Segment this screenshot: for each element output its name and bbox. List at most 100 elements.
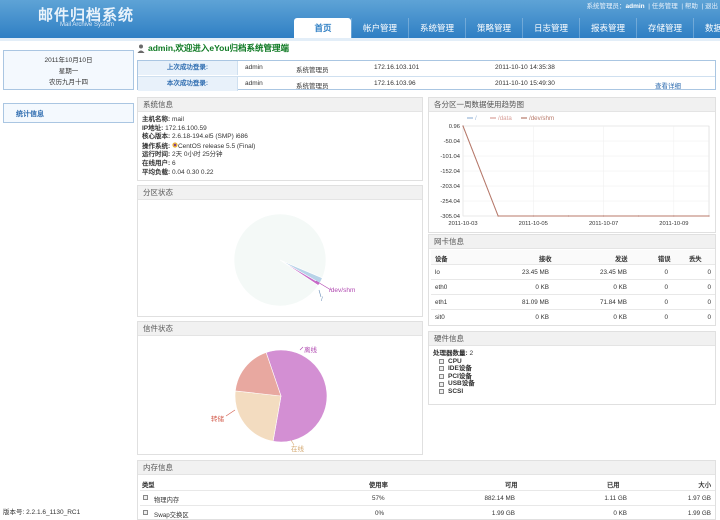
series-point <box>532 215 534 217</box>
info-key: IP地址: <box>142 124 164 132</box>
login-time: 2011-10-10 14:35:38 <box>495 64 555 71</box>
main-nav-tabs: 首页 帐户管理 系统管理 策略管理 日志管理 报表管理 存储管理 数据检索 <box>294 18 720 38</box>
pie-slice-online <box>234 390 282 442</box>
info-key: 核心版本: <box>142 133 171 141</box>
nic-rx: 0 KB <box>535 284 549 291</box>
info-key: 主机名称: <box>142 116 171 123</box>
table-row: 上次成功登录: admin 系统管理员 172.16.103.101 2011-… <box>138 61 715 75</box>
login-user: admin <box>245 64 263 71</box>
nic-device: lo <box>435 269 440 276</box>
task-link[interactable]: 任务管理 <box>652 3 678 10</box>
tab-report[interactable]: 报表管理 <box>579 18 636 38</box>
pie-label-online: 在线 <box>291 446 304 453</box>
info-value: 172.16.100.59 <box>165 124 207 132</box>
nic-device: eth1 <box>435 299 448 306</box>
expand-icon <box>439 381 444 387</box>
trend-line-chart: 0.96 -50.04 -101.04 -152.04 -203.04 -254.04 -3… <box>440 115 710 227</box>
mem-usage: 0% <box>375 510 385 517</box>
hardware-list: 处理器数量: 2 CPU IDE设备 PCI设备 USB设备 SCSI <box>433 350 475 396</box>
app-subtitle: Mail Archive System <box>60 22 115 28</box>
mail-status-panel: 信件状态 离线 在线 转储 <box>137 321 423 455</box>
sidebar-item-statistics[interactable]: 统计信息 <box>3 103 134 123</box>
date-box: 2011年10月10日 星期一 农历九月十四 <box>3 50 134 90</box>
table-row[interactable]: 物理内存 57% 882.14 MB 1.11 GB 1.97 GB <box>140 491 715 506</box>
logout-link[interactable]: 退出 <box>705 3 718 10</box>
cpu-count-label: 处理器数量: <box>433 350 468 357</box>
nic-panel: 网卡信息 设备 接收 发送 错误 丢失 lo 23.45 MB 23.45 MB… <box>428 234 716 326</box>
legend-label: / <box>475 115 477 122</box>
expand-icon <box>439 366 444 372</box>
top-header: 邮件归档系统 Mail Archive System 系统管理员：admin |… <box>0 0 720 38</box>
info-value: 2天 0小时 25分钟 <box>171 151 223 159</box>
col-header: 可用 <box>505 482 518 489</box>
hw-item-label: IDE设备 <box>448 365 472 373</box>
expand-icon <box>439 389 444 395</box>
nic-dropped: 0 <box>707 269 711 276</box>
col-header: 发送 <box>615 256 628 263</box>
hw-item-ide[interactable]: IDE设备 <box>433 365 475 373</box>
hw-item-scsi[interactable]: SCSI <box>433 388 475 396</box>
hw-item-usb[interactable]: USB设备 <box>433 380 475 388</box>
nic-dropped: 0 <box>707 314 711 321</box>
pie-leader-offline <box>299 346 304 351</box>
info-row-users: 在线用户: 6 <box>142 160 255 169</box>
info-value: 6 <box>171 159 176 167</box>
expand-icon <box>143 495 148 500</box>
x-tick-label: 2011-10-05 <box>519 221 548 227</box>
info-value: mail <box>171 116 184 123</box>
date-gregorian: 2011年10月10日 <box>44 57 93 64</box>
date-weekday: 星期一 <box>58 68 79 75</box>
expand-icon <box>439 374 444 380</box>
tab-account[interactable]: 帐户管理 <box>351 18 408 38</box>
nic-errors: 0 <box>664 269 668 276</box>
tab-home[interactable]: 首页 <box>294 18 351 38</box>
login-label: 本次成功登录: <box>138 77 238 91</box>
series-point <box>567 215 570 217</box>
info-row-os: 操作系统: CentOS release 5.5 (Final) <box>142 142 255 152</box>
info-key: 运行时间: <box>142 151 171 159</box>
login-role: 系统管理员 <box>296 83 329 90</box>
nic-tx: 23.45 MB <box>600 269 627 276</box>
info-key: 操作系统: <box>142 142 171 150</box>
nic-tx: 0 KB <box>613 314 627 321</box>
y-tick-label: -254.04 <box>440 199 460 205</box>
table-row[interactable]: Swap交换区 0% 1.99 GB 0 KB 1.99 GB <box>140 506 715 520</box>
mem-usage: 57% <box>372 495 385 502</box>
col-header: 错误 <box>658 256 671 263</box>
memory-panel: 内存信息 类型 使用率 可用 已用 大小 物理内存 57% 882.14 MB … <box>137 460 716 520</box>
pie-label-root: / <box>321 296 323 303</box>
expand-icon <box>143 510 148 515</box>
tab-policy[interactable]: 策略管理 <box>465 18 522 38</box>
table-row: 本次成功登录: admin 系统管理员 172.16.103.96 2011-1… <box>138 76 715 91</box>
x-tick-label: 2011-10-07 <box>589 221 618 227</box>
series-point <box>708 215 710 217</box>
series-point <box>497 215 499 217</box>
tab-log[interactable]: 日志管理 <box>522 18 579 38</box>
nav-subbar <box>0 38 720 41</box>
panel-title: 硬件信息 <box>429 332 715 346</box>
info-row-kernel: 核心版本: 2.6.18-194.el5 (SMP) i686 <box>142 133 255 142</box>
x-tick-label: 2011-10-03 <box>448 221 477 227</box>
y-tick-label: -203.04 <box>440 184 460 190</box>
nic-errors: 0 <box>664 299 668 306</box>
info-value: 2.6.18-194.el5 (SMP) i686 <box>171 133 248 141</box>
table-header-row: 类型 使用率 可用 已用 大小 <box>140 476 715 491</box>
help-link[interactable]: 帮助 <box>685 3 698 10</box>
tab-search[interactable]: 数据检索 <box>693 18 720 38</box>
login-ip: 172.16.103.96 <box>374 80 416 87</box>
system-info-list: 主机名称: mail IP地址: 172.16.100.59 核心版本: 2.6… <box>142 116 255 177</box>
sidebar-item-label: 统计信息 <box>16 111 44 118</box>
user-prefix: 系统管理员： <box>586 3 626 10</box>
view-details-link[interactable]: 查看详细 <box>655 80 681 90</box>
nic-device: eth0 <box>435 284 448 291</box>
info-value: CentOS release 5.5 (Final) <box>177 142 256 150</box>
tab-storage[interactable]: 存储管理 <box>636 18 693 38</box>
pie-slice-free <box>233 213 327 307</box>
col-header: 已用 <box>607 482 620 489</box>
info-row-hostname: 主机名称: mail <box>142 116 255 125</box>
series-point <box>602 215 605 217</box>
col-header: 接收 <box>539 256 552 263</box>
panel-title: 内存信息 <box>138 461 715 475</box>
tab-system[interactable]: 系统管理 <box>408 18 465 38</box>
nic-errors: 0 <box>664 284 668 291</box>
